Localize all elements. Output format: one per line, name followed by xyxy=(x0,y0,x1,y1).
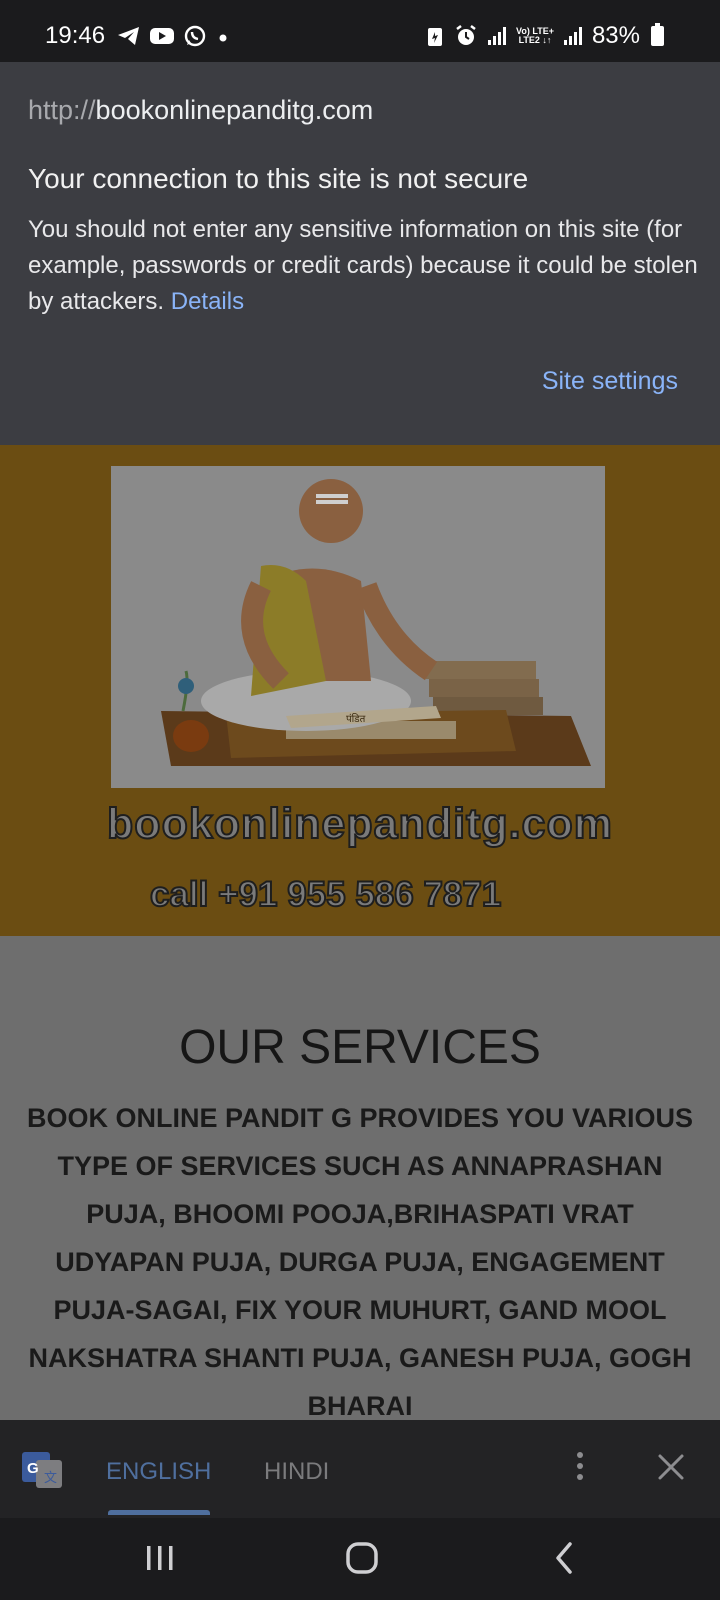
signal-icon xyxy=(488,27,507,45)
banner-site-name: bookonlinepanditg.com xyxy=(106,799,613,849)
svg-text:G: G xyxy=(27,1460,39,1477)
security-title: Your connection to this site is not secu… xyxy=(28,163,529,194)
tab-hindi[interactable]: HINDI xyxy=(264,1458,329,1486)
web-page[interactable]: पंडित bookonlinepanditg.com call +91 955… xyxy=(0,445,720,1420)
security-message: You should not enter any sensitive infor… xyxy=(28,216,698,315)
home-icon[interactable] xyxy=(337,1538,387,1578)
status-time: 19:46 xyxy=(45,22,106,49)
more-options-icon[interactable] xyxy=(576,1452,584,1484)
volte-icon: Vo) LTE+ LTE2 ↓↑ xyxy=(516,26,554,45)
details-link[interactable]: Details xyxy=(171,288,244,315)
pandit-illustration: पंडित xyxy=(111,466,605,788)
pandit-hero-image: पंडित xyxy=(111,466,605,788)
google-translate-icon[interactable]: G 文 xyxy=(22,1452,62,1488)
site-settings-link[interactable]: Site settings xyxy=(542,367,678,396)
whatsapp-icon xyxy=(184,25,206,47)
services-section: OUR SERVICES BOOK ONLINE PANDIT G PROVID… xyxy=(0,936,720,1420)
tab-english[interactable]: ENGLISH xyxy=(106,1458,211,1486)
close-icon[interactable] xyxy=(656,1452,686,1482)
site-url: http://bookonlinepanditg.com xyxy=(28,95,374,125)
battery-icon xyxy=(651,23,664,46)
battery-saver-icon xyxy=(428,28,443,46)
banner-phone: call +91 955 586 7871 xyxy=(149,874,502,915)
telegram-icon xyxy=(118,27,139,45)
navigation-bar xyxy=(0,1518,720,1600)
battery-percent: 83% xyxy=(591,22,640,49)
back-icon[interactable] xyxy=(540,1538,590,1578)
services-title: OUR SERVICES xyxy=(179,1021,541,1074)
svg-text:文: 文 xyxy=(44,1471,57,1486)
status-bar: 19:46 Vo) LTE+ LTE2 ↓↑ 83% xyxy=(0,0,720,62)
site-banner: पंडित bookonlinepanditg.com call +91 955… xyxy=(0,445,720,936)
svg-text:पंडित: पंडित xyxy=(346,713,366,725)
translate-bar: G 文 ENGLISH HINDI xyxy=(0,1420,720,1518)
services-description: BOOK ONLINE PANDIT G PROVIDES YOU VARIOU… xyxy=(26,1103,694,1420)
recent-apps-icon[interactable] xyxy=(135,1538,185,1578)
signal-icon xyxy=(563,27,582,45)
alarm-icon xyxy=(456,25,476,45)
connection-security-sheet: http://bookonlinepanditg.com Your connec… xyxy=(0,62,720,445)
youtube-icon xyxy=(150,28,174,44)
selected-tab-indicator xyxy=(108,1510,210,1515)
notification-dot-icon xyxy=(219,34,227,42)
